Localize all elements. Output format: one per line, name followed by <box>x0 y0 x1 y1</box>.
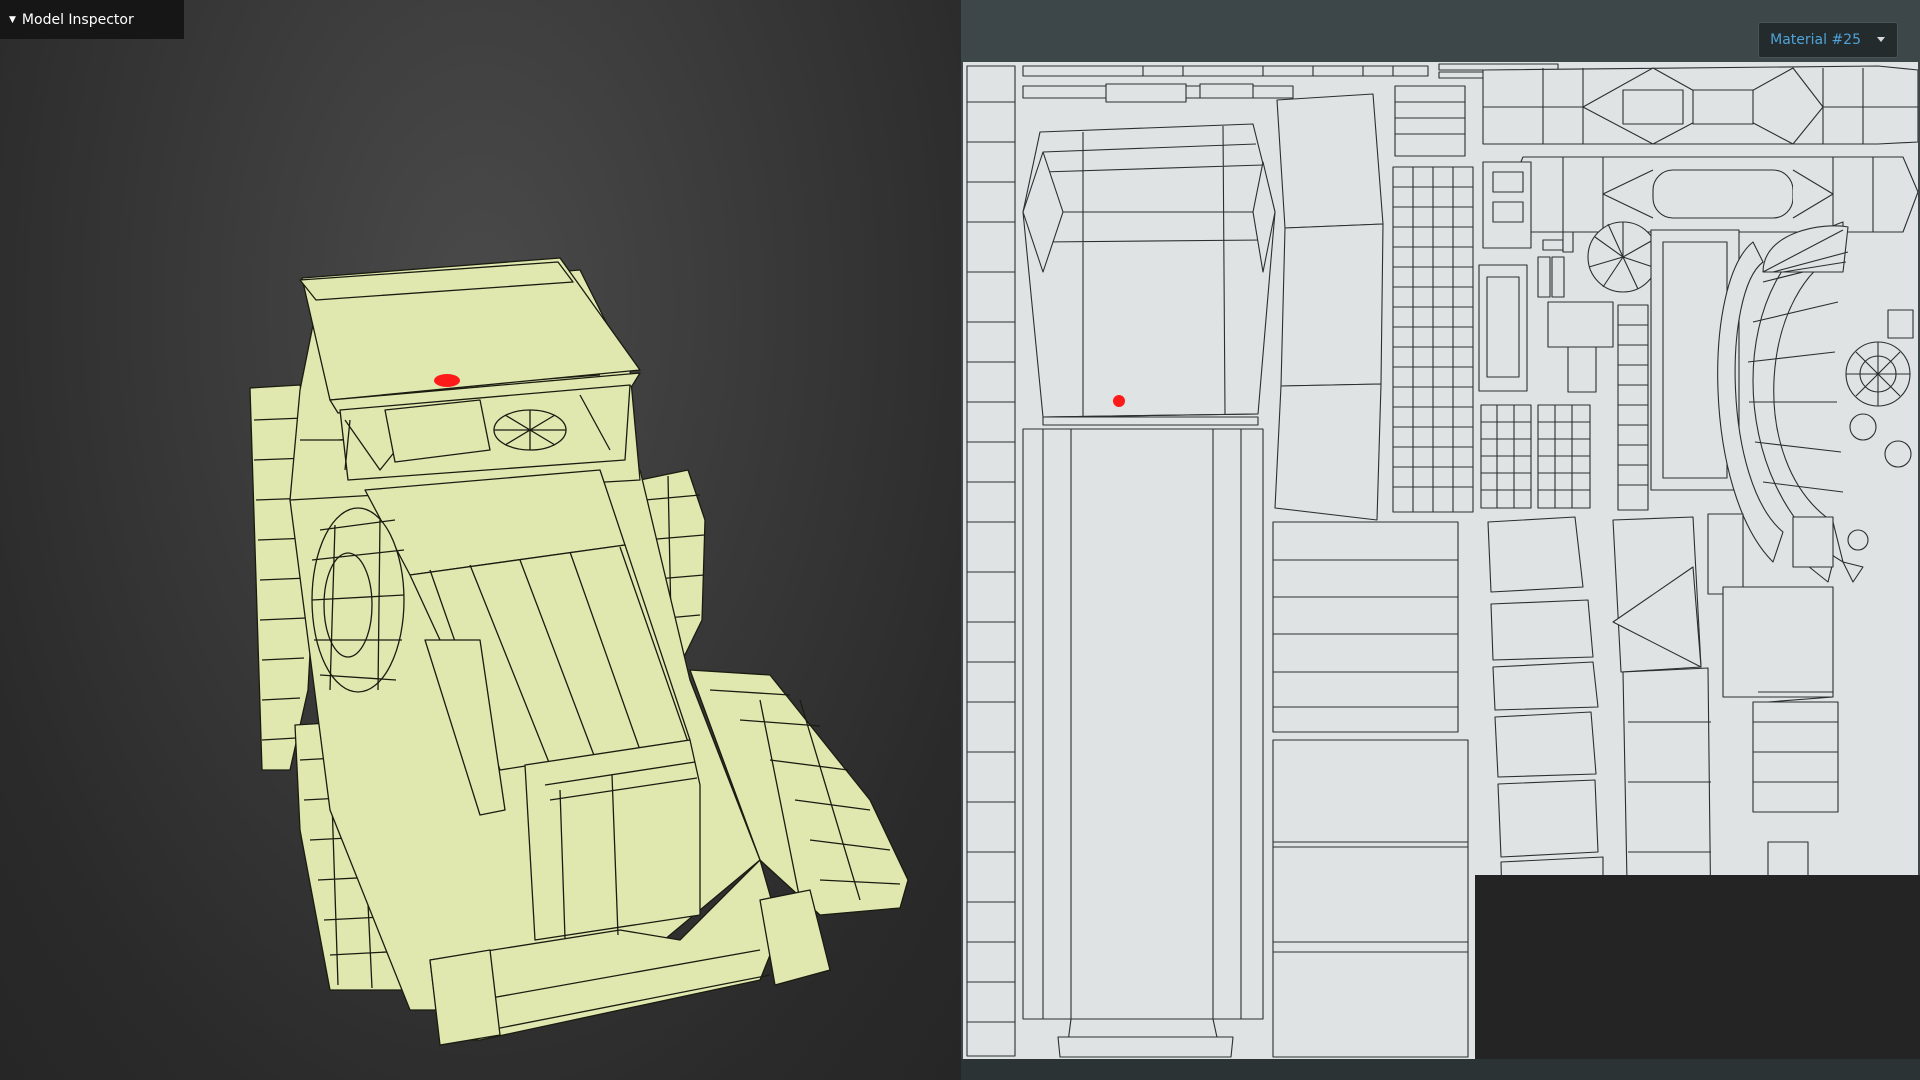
material-dropdown-label: Material #25 <box>1770 32 1861 48</box>
selection-marker-uv <box>1113 395 1125 407</box>
car-model-wireframe[interactable] <box>0 0 961 1080</box>
uv-status-bar <box>961 1059 1920 1080</box>
uv-editor-panel[interactable]: Material #25 <box>961 0 1920 1080</box>
chevron-down-icon <box>1877 37 1885 42</box>
uv-layout-sheet[interactable] <box>963 62 1920 1061</box>
3d-viewport[interactable]: ▼ Model Inspector <box>0 0 961 1080</box>
material-dropdown[interactable]: Material #25 <box>1758 22 1898 58</box>
selection-marker-3d <box>434 374 460 387</box>
uv-empty-region <box>1475 875 1920 1061</box>
